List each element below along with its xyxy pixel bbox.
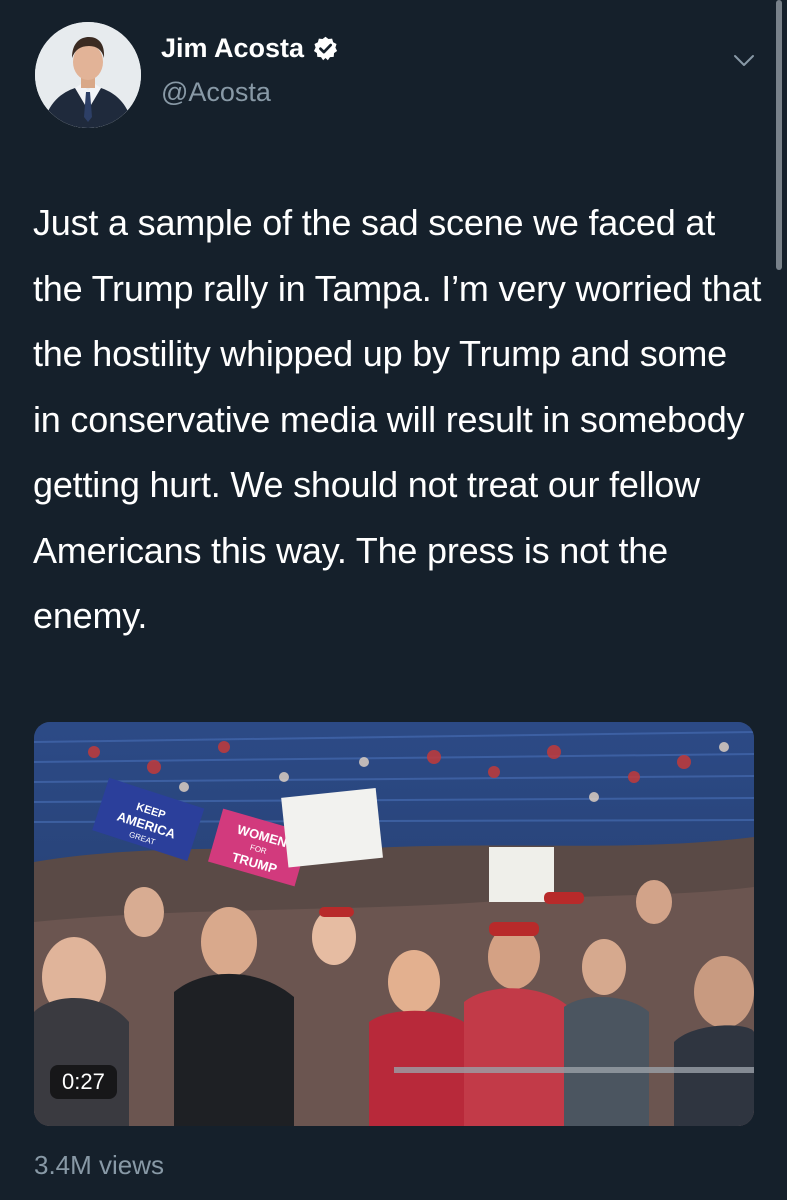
video-player[interactable]: KEEP AMERICA GREAT WOMEN FOR TRUMP — [34, 722, 754, 1126]
video-duration-badge: 0:27 — [50, 1065, 117, 1099]
view-count: 3.4M views — [34, 1150, 165, 1180]
author-name-row[interactable]: Jim Acosta — [161, 33, 339, 64]
verified-badge-icon — [312, 35, 339, 62]
tweet-text: Just a sample of the sad scene we faced … — [33, 202, 762, 636]
profile-photo-icon — [35, 22, 141, 128]
avatar[interactable] — [35, 22, 141, 128]
author-name[interactable]: Jim Acosta — [161, 33, 304, 64]
author-handle[interactable]: @Acosta — [161, 77, 271, 108]
video-thumbnail: KEEP AMERICA GREAT WOMEN FOR TRUMP — [34, 722, 754, 1126]
scrollbar[interactable] — [776, 0, 782, 270]
tweet-detail-view: Jim Acosta @Acosta Just a sample of the … — [0, 0, 787, 1200]
chevron-down-icon[interactable] — [732, 48, 756, 72]
